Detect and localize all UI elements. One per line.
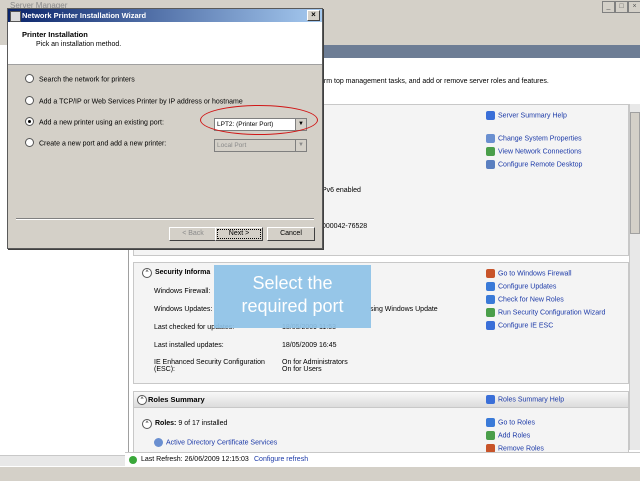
option-search-network[interactable]: Search the network for printers <box>25 74 135 86</box>
radio-button[interactable] <box>25 74 34 83</box>
remote-desktop-icon <box>486 160 495 169</box>
role-item[interactable]: Active Directory Certificate Services <box>154 438 277 449</box>
refresh-icon[interactable] <box>129 456 137 464</box>
product-id: 000042-76528 <box>322 223 368 230</box>
add-roles-icon <box>486 431 495 440</box>
cancel-button[interactable]: Cancel <box>267 227 315 241</box>
roles-summary-title: Roles Summary <box>148 395 205 404</box>
back-button: < Back <box>169 227 217 241</box>
new-port-type-select: Local Port ▼ <box>214 139 307 152</box>
roles-collapse-icon[interactable]: ^ <box>142 419 152 429</box>
configure-refresh-link[interactable]: Configure refresh <box>254 456 308 463</box>
updates-icon <box>486 282 495 291</box>
ie-esc-value: On for Administrators On for Users <box>282 359 348 373</box>
maximize-button[interactable]: □ <box>615 1 628 13</box>
intro-text: orm top management tasks, and add or rem… <box>320 78 549 85</box>
updates-label: Windows Updates: <box>154 306 213 313</box>
collapse-icon[interactable]: ^ <box>137 395 147 405</box>
security-title: Security Informa <box>155 269 211 276</box>
collapse-icon[interactable]: ^ <box>142 268 152 278</box>
option-tcpip[interactable]: Add a TCP/IP or Web Services Printer by … <box>25 96 243 108</box>
updates-value: sing Windows Update <box>370 306 438 313</box>
server-summary-help-link[interactable]: Server Summary Help <box>486 111 567 122</box>
option-existing-port[interactable]: Add a new printer using an existing port… <box>25 117 164 129</box>
instruction-callout: Select the required port <box>214 265 371 328</box>
go-to-roles-link[interactable]: Go to Roles <box>486 418 535 429</box>
wizard-title: Network Printer Installation Wizard <box>22 11 147 20</box>
radio-button[interactable] <box>25 138 34 147</box>
security-wizard-icon <box>486 308 495 317</box>
next-button[interactable]: Next > <box>215 227 263 241</box>
horizontal-scrollbar[interactable] <box>0 455 125 466</box>
go-to-windows-firewall-link[interactable]: Go to Windows Firewall <box>486 269 572 280</box>
wizard-header-subtitle: Pick an installation method. <box>36 41 122 48</box>
wizard-close-button[interactable]: × <box>307 10 320 21</box>
radio-button[interactable] <box>25 96 34 105</box>
system-properties-icon <box>486 134 495 143</box>
help-icon <box>486 111 495 120</box>
last-installed-value: 18/05/2009 16:45 <box>282 342 337 349</box>
view-network-connections-link[interactable]: View Network Connections <box>486 147 582 158</box>
configure-ie-esc-link[interactable]: Configure IE ESC <box>486 321 553 332</box>
roles-summary-panel: ^ Roles Summary Roles Summary Help ^ Rol… <box>133 391 629 455</box>
firewall-label: Windows Firewall: <box>154 288 211 295</box>
bottom-frame <box>0 466 640 481</box>
close-button[interactable]: × <box>628 1 640 13</box>
status-bar: Last Refresh: 26/06/2009 12:15:03 Config… <box>125 452 640 467</box>
callout-line-2: required port <box>241 296 344 316</box>
firewall-icon <box>486 269 495 278</box>
certificate-services-icon <box>154 438 163 447</box>
roles-count: Roles: 9 of 17 installed <box>155 420 228 427</box>
radio-button-selected[interactable] <box>25 117 34 126</box>
help-icon <box>486 395 495 404</box>
network-icon <box>486 147 495 156</box>
roles-summary-header: ^ Roles Summary Roles Summary Help <box>134 392 628 408</box>
check-for-new-roles-link[interactable]: Check for New Roles <box>486 295 564 306</box>
ipv6-status: Pv6 enabled <box>322 187 361 194</box>
minimize-button[interactable]: _ <box>602 1 615 13</box>
wizard-separator <box>16 218 314 220</box>
highlight-ellipse <box>200 105 318 135</box>
change-system-properties-link[interactable]: Change System Properties <box>486 134 582 145</box>
chevron-down-icon: ▼ <box>295 140 306 151</box>
printer-icon <box>10 11 21 22</box>
add-roles-link[interactable]: Add Roles <box>486 431 530 442</box>
option-new-port[interactable]: Create a new port and add a new printer: <box>25 138 166 150</box>
ie-esc-label: IE Enhanced Security Configuration (ESC)… <box>154 359 265 373</box>
run-security-configuration-wizard-link[interactable]: Run Security Configuration Wizard <box>486 308 605 319</box>
callout-line-1: Select the <box>252 273 333 293</box>
configure-remote-desktop-link[interactable]: Configure Remote Desktop <box>486 160 582 171</box>
roles-summary-help-link[interactable]: Roles Summary Help <box>486 395 564 406</box>
roles-check-icon <box>486 295 495 304</box>
last-installed-label: Last installed updates: <box>154 342 224 349</box>
ie-esc-icon <box>486 321 495 330</box>
scrollbar-thumb[interactable] <box>630 112 640 234</box>
security-information-panel: ^ Security Informa Windows Firewall: Win… <box>133 262 629 384</box>
roles-icon <box>486 418 495 427</box>
wizard-titlebar: Network Printer Installation Wizard × <box>8 9 322 22</box>
wizard-header-title: Printer Installation <box>22 30 88 39</box>
configure-updates-link[interactable]: Configure Updates <box>486 282 556 293</box>
wizard-header: Printer Installation Pick an installatio… <box>8 22 322 65</box>
last-refresh-text: Last Refresh: 26/06/2009 12:15:03 <box>141 456 249 463</box>
